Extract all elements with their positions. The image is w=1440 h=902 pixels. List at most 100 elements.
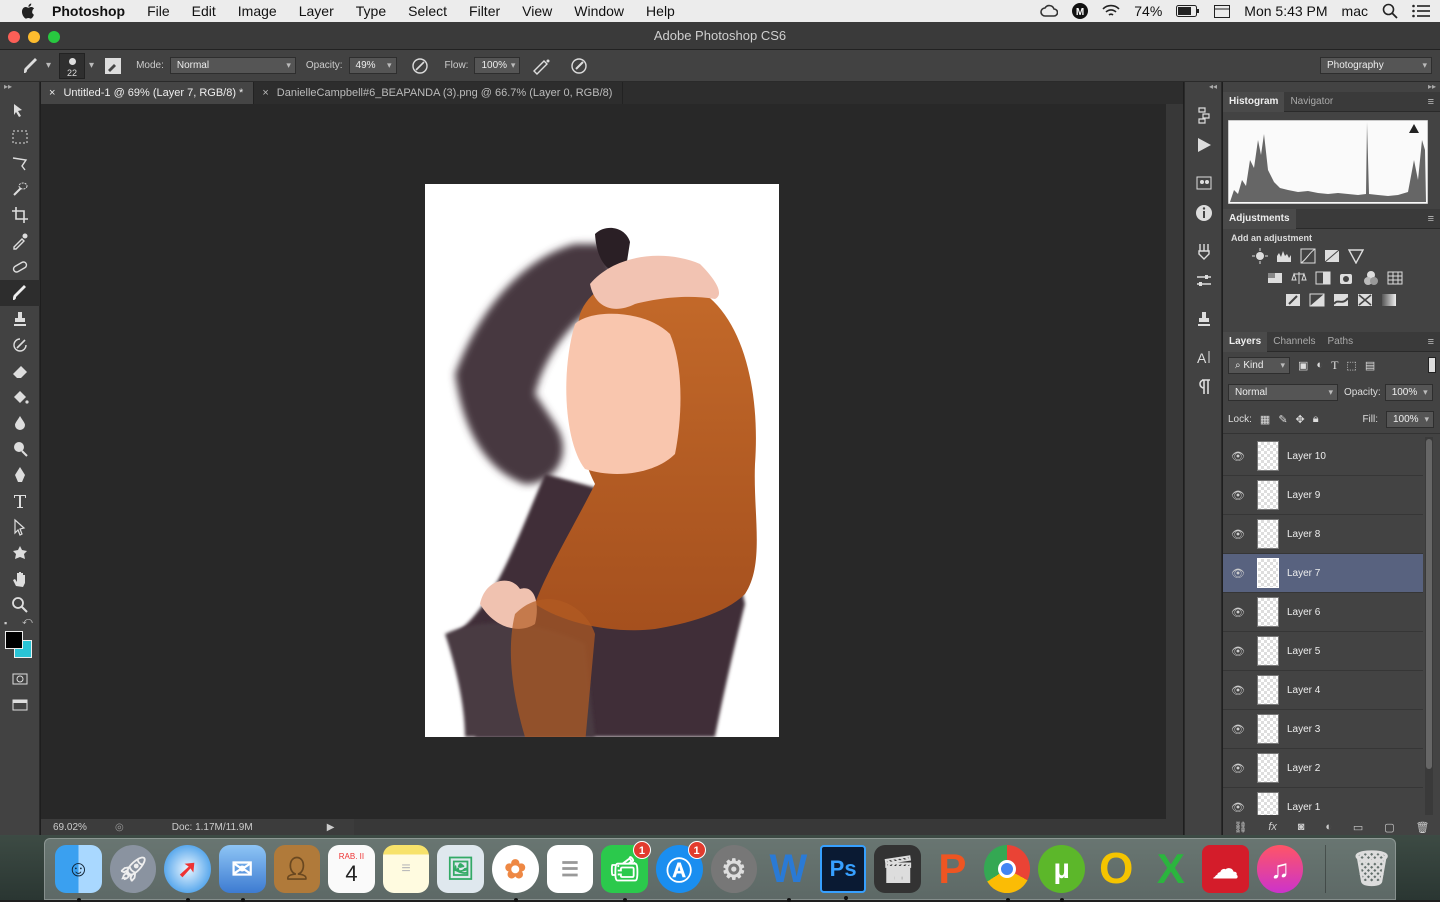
menu-filter[interactable]: Filter	[469, 3, 500, 19]
eye-visibility-icon[interactable]: 👁︎	[1223, 567, 1253, 580]
status-info-icon[interactable]: ◎	[115, 822, 124, 833]
layer-row-9[interactable]: 👁︎ Layer 9	[1223, 476, 1423, 515]
layer-row-7[interactable]: 👁︎ Layer 7	[1223, 554, 1423, 593]
color-lookup-icon[interactable]	[1386, 269, 1404, 287]
airbrush-icon[interactable]	[532, 57, 552, 75]
eye-visibility-icon[interactable]: 👁︎	[1223, 528, 1253, 541]
calendar-menu-icon[interactable]	[1214, 4, 1231, 18]
brush-panel-toggle-icon[interactable]	[104, 57, 122, 75]
document-canvas[interactable]	[425, 184, 779, 737]
pen-tool[interactable]	[0, 462, 40, 488]
utorrent-icon[interactable]: µ	[1038, 845, 1085, 902]
eye-visibility-icon[interactable]: 👁︎	[1223, 801, 1253, 814]
microsoft-word-icon[interactable]: W	[765, 845, 812, 902]
exposure-icon[interactable]	[1323, 247, 1341, 265]
eye-visibility-icon[interactable]: 👁︎	[1223, 645, 1253, 658]
contacts-icon[interactable]: 👤︎	[273, 845, 321, 893]
actions-panel-button[interactable]	[1185, 130, 1223, 160]
character-panel-button[interactable]: A	[1185, 342, 1223, 372]
panels-collapse[interactable]: ▸▸	[1223, 82, 1440, 92]
adjustments-panel-menu[interactable]: ≡	[1428, 213, 1434, 225]
layer-style-fx-icon[interactable]: fx	[1268, 821, 1277, 833]
lock-position-icon[interactable]: ✥	[1296, 413, 1305, 426]
layer-row-1[interactable]: 👁︎ Layer 1	[1223, 788, 1423, 815]
canvas-area[interactable]	[41, 104, 1166, 819]
posterize-icon[interactable]	[1308, 291, 1326, 309]
tool-presets-button[interactable]	[1185, 168, 1223, 198]
menu-layer[interactable]: Layer	[299, 3, 334, 19]
tab-adjustments[interactable]: Adjustments	[1223, 208, 1296, 229]
layer-row-10[interactable]: 👁︎ Layer 10	[1223, 437, 1423, 476]
fill-input[interactable]: 100%	[1386, 411, 1434, 428]
layer-row-8[interactable]: 👁︎ Layer 8	[1223, 515, 1423, 554]
pressure-opacity-icon[interactable]	[411, 57, 429, 75]
layer-filter-select[interactable]: ⌕ Kind	[1228, 356, 1290, 374]
close-tab-icon[interactable]: ×	[49, 82, 55, 104]
layers-panel-menu[interactable]: ≡	[1428, 336, 1434, 348]
final-cut-icon[interactable]: 🎬︎	[874, 845, 922, 893]
layer-row-3[interactable]: 👁︎ Layer 3	[1223, 710, 1423, 749]
layer-opacity-input[interactable]: 100%	[1384, 383, 1433, 401]
new-adjustment-layer-icon[interactable]: ◐	[1325, 821, 1332, 833]
brush-size-picker[interactable]: 22	[59, 52, 86, 79]
path-selection-tool[interactable]	[0, 514, 40, 540]
clock[interactable]: Mon 5:43 PM	[1244, 3, 1327, 19]
zoom-tool[interactable]	[0, 592, 40, 618]
info-panel-button[interactable]	[1185, 198, 1223, 228]
workspace-select[interactable]: Photography	[1320, 57, 1432, 74]
mail-icon[interactable]: ✉︎	[218, 845, 266, 902]
menu-app-name[interactable]: Photoshop	[52, 3, 125, 19]
apple-logo-icon[interactable]	[20, 2, 38, 20]
hand-tool[interactable]	[0, 566, 40, 592]
eye-visibility-icon[interactable]: 👁︎	[1223, 723, 1253, 736]
menu-file[interactable]: File	[147, 3, 170, 19]
curves-icon[interactable]	[1299, 247, 1317, 265]
threshold-icon[interactable]	[1332, 291, 1350, 309]
system-preferences-icon[interactable]: ⚙︎	[710, 845, 758, 893]
layers-scroll-thumb[interactable]	[1426, 439, 1432, 769]
notification-center-icon[interactable]	[1412, 4, 1430, 18]
new-group-folder-icon[interactable]: ▭	[1353, 821, 1363, 834]
filter-adjustment-icon[interactable]: ◐	[1316, 359, 1323, 371]
invert-icon[interactable]	[1284, 291, 1302, 309]
strip-collapse[interactable]: ◂◂	[1185, 82, 1221, 94]
blur-tool[interactable]	[0, 410, 40, 436]
layer-row-2[interactable]: 👁︎ Layer 2	[1223, 749, 1423, 788]
horizontal-scrollbar[interactable]	[354, 819, 1183, 835]
status-menu-arrow[interactable]: ▶	[327, 822, 335, 833]
move-tool[interactable]	[0, 98, 40, 124]
brightness-contrast-icon[interactable]	[1251, 247, 1269, 265]
filter-toggle-icon[interactable]	[1428, 357, 1436, 373]
vibrance-icon[interactable]	[1347, 247, 1365, 265]
menu-help[interactable]: Help	[646, 3, 675, 19]
eraser-tool[interactable]	[0, 358, 40, 384]
layer-row-5[interactable]: 👁︎ Layer 5	[1223, 632, 1423, 671]
trash-icon[interactable]: 🗑︎	[1348, 845, 1395, 893]
menu-edit[interactable]: Edit	[192, 3, 216, 19]
filter-type-icon[interactable]: T	[1331, 358, 1338, 373]
eye-visibility-icon[interactable]: 👁︎	[1223, 450, 1253, 463]
mode-select[interactable]: Normal	[169, 57, 296, 74]
quick-select-tool[interactable]	[0, 176, 40, 202]
history-panel-button[interactable]	[1185, 100, 1223, 130]
menu-view[interactable]: View	[522, 3, 552, 19]
tab-navigator[interactable]: Navigator	[1284, 92, 1339, 112]
screen-mode-button[interactable]	[0, 692, 40, 718]
lock-transparent-icon[interactable]: ▦	[1260, 413, 1270, 426]
menu-select[interactable]: Select	[408, 3, 447, 19]
delete-layer-trash-icon[interactable]: 🗑︎	[1416, 821, 1430, 834]
tab-channels[interactable]: Channels	[1267, 332, 1321, 352]
eye-visibility-icon[interactable]: 👁︎	[1223, 684, 1253, 697]
add-mask-icon[interactable]: ◙	[1298, 821, 1305, 833]
menu-type[interactable]: Type	[356, 3, 386, 19]
eye-visibility-icon[interactable]: 👁︎	[1223, 606, 1253, 619]
dodge-tool[interactable]	[0, 436, 40, 462]
shape-tool[interactable]	[0, 540, 40, 566]
color-balance-icon[interactable]	[1290, 269, 1308, 287]
tab-layers[interactable]: Layers	[1223, 331, 1268, 352]
pressure-size-icon[interactable]	[570, 57, 588, 75]
gradient-map-icon[interactable]	[1380, 291, 1398, 309]
facetime-icon[interactable]: 📹︎ 1	[601, 841, 651, 902]
app-store-icon[interactable]: Ⓐ 1	[655, 841, 706, 893]
wps-presentation-icon[interactable]: P	[929, 845, 976, 893]
